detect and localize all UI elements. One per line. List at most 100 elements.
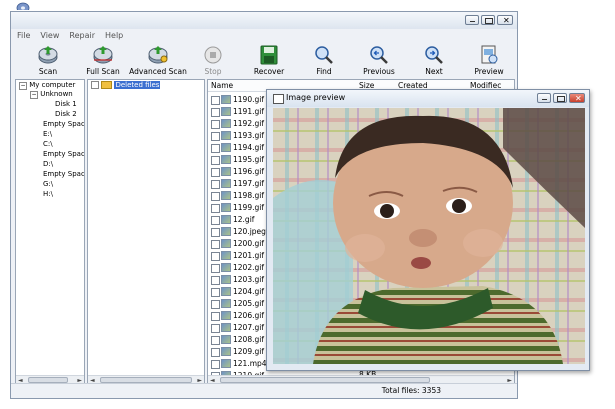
- image-file-icon: [221, 95, 231, 104]
- file-checkbox[interactable]: [211, 240, 220, 249]
- image-file-icon: [221, 263, 231, 272]
- file-checkbox[interactable]: [211, 192, 220, 201]
- tree-empty-space[interactable]: Empty Space: [43, 170, 84, 178]
- file-checkbox[interactable]: [211, 312, 220, 321]
- file-name: 1207.gif: [233, 323, 264, 332]
- image-file-icon: [221, 131, 231, 140]
- file-checkbox[interactable]: [211, 216, 220, 225]
- tree-deleted-files[interactable]: Deleted files: [91, 81, 161, 89]
- full-scan-button[interactable]: Full Scan: [73, 45, 133, 76]
- file-name: 12.gif: [233, 215, 255, 224]
- maximize-button[interactable]: [481, 15, 495, 25]
- preview-button[interactable]: Preview: [459, 45, 519, 76]
- menu-repair[interactable]: Repair: [69, 31, 95, 40]
- file-name: 1203.gif: [233, 275, 264, 284]
- file-name: 1191.gif: [233, 107, 264, 116]
- stop-icon: [202, 45, 224, 65]
- file-checkbox[interactable]: [211, 204, 220, 213]
- column-name[interactable]: Name: [211, 81, 233, 90]
- full-scan-icon: [92, 45, 114, 65]
- previous-button[interactable]: Previous: [349, 45, 409, 76]
- file-checkbox[interactable]: [211, 276, 220, 285]
- scan-label: Scan: [38, 67, 58, 76]
- image-file-icon: [221, 143, 231, 152]
- image-file-icon: [221, 251, 231, 260]
- file-name: 1201.gif: [233, 251, 264, 260]
- stop-button[interactable]: Stop: [183, 45, 243, 76]
- preview-image: [273, 108, 585, 364]
- file-checkbox[interactable]: [211, 144, 220, 153]
- advanced-scan-button[interactable]: Advanced Scan: [128, 45, 188, 76]
- next-button[interactable]: Next: [404, 45, 464, 76]
- file-checkbox[interactable]: [211, 264, 220, 273]
- file-name: 1195.gif: [233, 155, 264, 164]
- file-checkbox[interactable]: [211, 288, 220, 297]
- title-bar: ✕: [11, 12, 517, 29]
- file-checkbox[interactable]: [211, 180, 220, 189]
- file-checkbox[interactable]: [211, 156, 220, 165]
- image-file-icon: [221, 107, 231, 116]
- file-checkbox[interactable]: [211, 96, 220, 105]
- file-checkbox[interactable]: [211, 252, 220, 261]
- image-file-icon: [221, 347, 231, 356]
- tree-drive-h[interactable]: H:\: [43, 190, 53, 198]
- recover-button[interactable]: Recover: [239, 45, 299, 76]
- file-name: 1196.gif: [233, 167, 264, 176]
- collapse-icon[interactable]: −: [19, 82, 27, 90]
- file-name: 1205.gif: [233, 299, 264, 308]
- file-checkbox[interactable]: [211, 168, 220, 177]
- folder-checkbox[interactable]: [91, 81, 99, 89]
- menu-help[interactable]: Help: [105, 31, 123, 40]
- status-bar: Total files: 3353: [11, 383, 517, 398]
- minimize-button[interactable]: [465, 15, 479, 25]
- preview-minimize-button[interactable]: [537, 93, 551, 103]
- close-button[interactable]: ✕: [497, 15, 513, 25]
- tree-empty-space[interactable]: Empty Space: [43, 150, 84, 158]
- scan-button[interactable]: Scan: [18, 45, 78, 76]
- file-checkbox[interactable]: [211, 120, 220, 129]
- file-name: 1197.gif: [233, 179, 264, 188]
- file-name: 1204.gif: [233, 287, 264, 296]
- recover-label: Recover: [253, 67, 285, 76]
- image-file-icon: [221, 179, 231, 188]
- file-checkbox[interactable]: [211, 132, 220, 141]
- image-file-icon: [221, 335, 231, 344]
- tree-drive-e[interactable]: E:\: [43, 130, 52, 138]
- preview-maximize-button[interactable]: [553, 93, 567, 103]
- tree-drive-g[interactable]: G:\: [43, 180, 53, 188]
- collapse-icon[interactable]: −: [30, 91, 38, 99]
- image-file-icon: [221, 203, 231, 212]
- tree-empty-space[interactable]: Empty Space: [43, 120, 84, 128]
- file-name: 1198.gif: [233, 191, 264, 200]
- file-checkbox[interactable]: [211, 348, 220, 357]
- file-checkbox[interactable]: [211, 360, 220, 369]
- image-file-icon: [221, 299, 231, 308]
- app-logo-icon: [14, 0, 32, 14]
- window-icon: [273, 94, 284, 104]
- file-checkbox[interactable]: [211, 336, 220, 345]
- scan-icon: [37, 45, 59, 65]
- menu-file[interactable]: File: [17, 31, 30, 40]
- tree-my-computer[interactable]: − My computer: [19, 81, 75, 90]
- tree-drive-d[interactable]: D:\: [43, 160, 53, 168]
- image-file-icon: [221, 227, 231, 236]
- file-checkbox[interactable]: [211, 108, 220, 117]
- preview-close-button[interactable]: ✕: [569, 93, 585, 103]
- file-checkbox[interactable]: [211, 228, 220, 237]
- tree-unknown[interactable]: − Unknown: [30, 90, 73, 99]
- file-name: 1193.gif: [233, 131, 264, 140]
- drive-tree-pane: − My computer − Unknown Disk 1 Disk 2 Em…: [15, 79, 85, 386]
- file-checkbox[interactable]: [211, 300, 220, 309]
- total-files-status: Total files: 3353: [381, 386, 441, 395]
- menu-view[interactable]: View: [40, 31, 59, 40]
- previous-label: Previous: [363, 67, 395, 76]
- file-checkbox[interactable]: [211, 324, 220, 333]
- folder-tree-pane: Deleted files ◄ ►: [87, 79, 205, 386]
- tree-disk-1[interactable]: Disk 1: [55, 100, 77, 108]
- tree-drive-c[interactable]: C:\: [43, 140, 53, 148]
- preview-title: Image preview: [286, 93, 346, 102]
- find-button[interactable]: Find: [294, 45, 354, 76]
- next-arrow-icon: [423, 45, 445, 65]
- tree-disk-2[interactable]: Disk 2: [55, 110, 77, 118]
- image-file-icon: [221, 191, 231, 200]
